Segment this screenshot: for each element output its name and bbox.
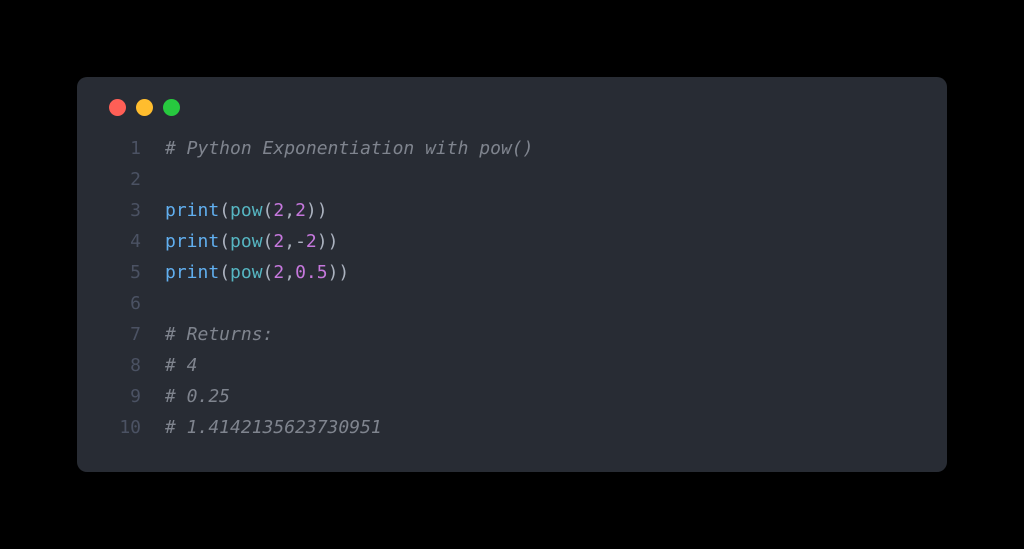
code-token: 2 [273,231,284,252]
code-content: # 4 [165,351,198,382]
code-window: 1# Python Exponentiation with pow()23pri… [77,77,947,472]
code-line: 8 # 4 [105,351,919,382]
line-number: 8 [105,351,141,382]
code-line: 5print(pow(2,0.5)) [105,258,919,289]
code-token: # 4 [165,355,198,376]
line-number: 2 [105,165,141,196]
code-token: print [165,262,219,283]
minimize-icon[interactable] [136,99,153,116]
code-line: 1 # Python Exponentiation with pow() [105,134,919,165]
code-token: print [165,200,219,221]
code-line: 9 # 0.25 [105,382,919,413]
close-icon[interactable] [109,99,126,116]
code-token: # Python Exponentiation with pow() [165,138,533,159]
line-number: 4 [105,227,141,258]
code-token: # 0.25 [165,386,230,407]
code-token: , [284,231,295,252]
code-token: )) [306,200,328,221]
line-number: 3 [105,196,141,227]
code-line: 10 # 1.4142135623730951 [105,413,919,444]
code-token: ( [219,262,230,283]
code-token: ( [219,231,230,252]
code-content: print(pow(2,0.5)) [165,258,349,289]
code-line: 7 # Returns: [105,320,919,351]
maximize-icon[interactable] [163,99,180,116]
code-content: print(pow(2,-2)) [165,227,338,258]
window-controls [105,99,919,116]
code-token: )) [317,231,339,252]
line-number: 7 [105,320,141,351]
line-number: 9 [105,382,141,413]
code-editor: 1# Python Exponentiation with pow()23pri… [105,134,919,444]
code-line: 3print(pow(2,2)) [105,196,919,227]
code-line: 4print(pow(2,-2)) [105,227,919,258]
code-token: ( [219,200,230,221]
code-token: 2 [273,262,284,283]
code-token: # Returns: [165,324,273,345]
line-number: 5 [105,258,141,289]
code-line: 6 [105,289,919,320]
code-content: # 1.4142135623730951 [165,413,382,444]
code-token: 2 [295,200,306,221]
code-token: , [284,262,295,283]
code-content: # 0.25 [165,382,230,413]
code-content: print(pow(2,2)) [165,196,328,227]
code-token: - [295,231,306,252]
code-line: 2 [105,165,919,196]
line-number: 1 [105,134,141,165]
code-token: ( [263,231,274,252]
code-token: 2 [273,200,284,221]
code-token: ( [263,262,274,283]
code-content: # Returns: [165,320,273,351]
line-number: 6 [105,289,141,320]
line-number: 10 [105,413,141,444]
code-token: print [165,231,219,252]
code-content: # Python Exponentiation with pow() [165,134,533,165]
code-token: pow [230,200,263,221]
code-token: 0.5 [295,262,328,283]
code-token: pow [230,262,263,283]
code-token: # 1.4142135623730951 [165,417,382,438]
code-token: ( [263,200,274,221]
code-token: pow [230,231,263,252]
code-token: , [284,200,295,221]
code-token: )) [328,262,350,283]
code-token: 2 [306,231,317,252]
